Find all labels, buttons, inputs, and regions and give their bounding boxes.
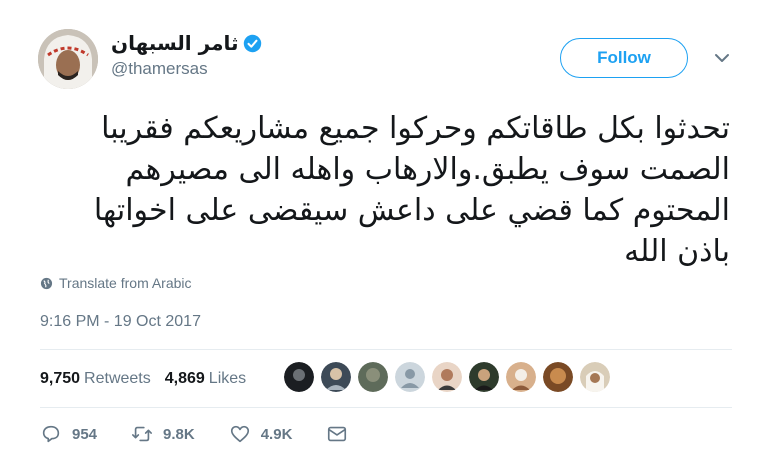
engagement-stats: 9,750 Retweets 4,869 Likes bbox=[40, 370, 246, 388]
direct-message-button[interactable] bbox=[326, 423, 348, 445]
envelope-icon bbox=[328, 426, 347, 442]
liker-avatar[interactable] bbox=[506, 362, 536, 392]
divider bbox=[40, 407, 732, 408]
tweet-text: تحدثوا بكل طاقاتكم وحركوا جميع مشاريعكم … bbox=[93, 111, 730, 269]
reply-count: 954 bbox=[72, 425, 98, 443]
avatar-image bbox=[38, 29, 98, 89]
reply-icon bbox=[42, 425, 60, 443]
verified-badge-icon bbox=[244, 34, 262, 52]
retweet-button[interactable]: 9.8K bbox=[131, 423, 195, 445]
retweet-icon bbox=[132, 426, 153, 442]
likers-avatars bbox=[284, 362, 610, 392]
retweets-count: 9,750 bbox=[40, 370, 81, 387]
translate-label[interactable]: Translate from Arabic bbox=[59, 275, 192, 291]
tweet-timestamp[interactable]: 9:16 PM - 19 Oct 2017 bbox=[40, 313, 201, 331]
author-block: ثامر السبهان @thamersas bbox=[111, 31, 262, 79]
author-avatar[interactable] bbox=[38, 29, 98, 89]
liker-avatar[interactable] bbox=[432, 362, 462, 392]
reply-button[interactable]: 954 bbox=[40, 423, 97, 445]
liker-avatar[interactable] bbox=[395, 362, 425, 392]
likes-stat[interactable]: 4,869 Likes bbox=[165, 370, 246, 388]
author-handle[interactable]: @thamersas bbox=[111, 59, 262, 79]
likes-count: 4,869 bbox=[164, 370, 205, 387]
liker-avatar[interactable] bbox=[469, 362, 499, 392]
heart-icon bbox=[230, 425, 249, 443]
liker-avatar[interactable] bbox=[358, 362, 388, 392]
chevron-down-icon[interactable] bbox=[713, 52, 731, 64]
author-display-name[interactable]: ثامر السبهان bbox=[111, 31, 238, 55]
like-count: 4.9K bbox=[260, 425, 293, 443]
divider bbox=[40, 349, 732, 350]
like-button[interactable]: 4.9K bbox=[229, 423, 293, 445]
tweet-actions: 954 9.8K 4.9K bbox=[40, 423, 382, 445]
globe-icon bbox=[40, 277, 53, 289]
translate-link[interactable]: Translate from Arabic bbox=[40, 275, 192, 291]
liker-avatar[interactable] bbox=[580, 362, 610, 392]
likes-label: Likes bbox=[208, 370, 247, 387]
liker-avatar[interactable] bbox=[284, 362, 314, 392]
retweets-stat[interactable]: 9,750 Retweets bbox=[40, 370, 151, 388]
liker-avatar[interactable] bbox=[543, 362, 573, 392]
follow-button[interactable]: Follow bbox=[560, 38, 688, 78]
liker-avatar[interactable] bbox=[321, 362, 351, 392]
retweets-label: Retweets bbox=[84, 370, 151, 387]
retweet-count: 9.8K bbox=[163, 425, 195, 443]
